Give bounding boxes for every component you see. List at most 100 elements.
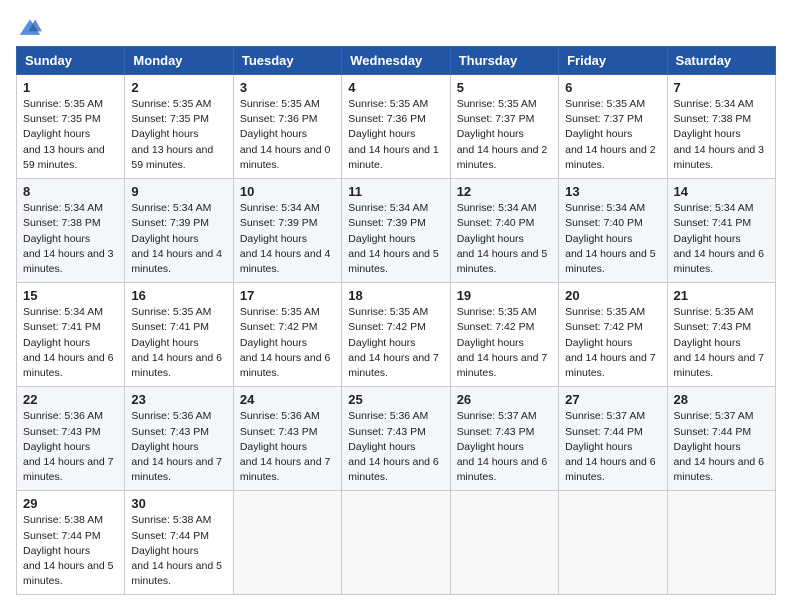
cell-content: Sunrise: 5:34 AM Sunset: 7:39 PM Dayligh… xyxy=(131,201,226,277)
day-number: 20 xyxy=(565,288,660,303)
sunset-label: Sunset: 7:43 PM xyxy=(23,426,101,438)
calendar-cell: 5 Sunrise: 5:35 AM Sunset: 7:37 PM Dayli… xyxy=(450,75,558,179)
day-number: 25 xyxy=(348,392,443,407)
day-number: 30 xyxy=(131,496,226,511)
day-number: 24 xyxy=(240,392,335,407)
calendar-cell: 18 Sunrise: 5:35 AM Sunset: 7:42 PM Dayl… xyxy=(342,283,450,387)
sunset-label: Sunset: 7:36 PM xyxy=(348,113,426,125)
daylight-duration: and 14 hours and 6 minutes. xyxy=(457,456,548,483)
daylight-duration: and 14 hours and 7 minutes. xyxy=(457,352,548,379)
daylight-duration: and 14 hours and 7 minutes. xyxy=(674,352,765,379)
calendar-cell: 7 Sunrise: 5:34 AM Sunset: 7:38 PM Dayli… xyxy=(667,75,775,179)
calendar-cell: 26 Sunrise: 5:37 AM Sunset: 7:43 PM Dayl… xyxy=(450,387,558,491)
day-number: 6 xyxy=(565,80,660,95)
day-number: 28 xyxy=(674,392,769,407)
cell-content: Sunrise: 5:35 AM Sunset: 7:42 PM Dayligh… xyxy=(348,305,443,381)
sunrise-label: Sunrise: 5:35 AM xyxy=(457,306,537,318)
calendar-week-row: 22 Sunrise: 5:36 AM Sunset: 7:43 PM Dayl… xyxy=(17,387,776,491)
cell-content: Sunrise: 5:35 AM Sunset: 7:36 PM Dayligh… xyxy=(348,97,443,173)
sunset-label: Sunset: 7:43 PM xyxy=(240,426,318,438)
sunset-label: Sunset: 7:39 PM xyxy=(240,217,318,229)
daylight-duration: and 14 hours and 5 minutes. xyxy=(348,248,439,275)
calendar-cell: 19 Sunrise: 5:35 AM Sunset: 7:42 PM Dayl… xyxy=(450,283,558,387)
day-number: 8 xyxy=(23,184,118,199)
sunset-label: Sunset: 7:40 PM xyxy=(565,217,643,229)
day-number: 2 xyxy=(131,80,226,95)
daylight-label: Daylight hours xyxy=(565,337,632,349)
weekday-header: Sunday xyxy=(17,47,125,75)
cell-content: Sunrise: 5:35 AM Sunset: 7:36 PM Dayligh… xyxy=(240,97,335,173)
daylight-label: Daylight hours xyxy=(131,337,198,349)
daylight-label: Daylight hours xyxy=(565,233,632,245)
cell-content: Sunrise: 5:34 AM Sunset: 7:40 PM Dayligh… xyxy=(457,201,552,277)
daylight-duration: and 14 hours and 4 minutes. xyxy=(240,248,331,275)
daylight-duration: and 14 hours and 5 minutes. xyxy=(565,248,656,275)
sunrise-label: Sunrise: 5:34 AM xyxy=(674,98,754,110)
sunset-label: Sunset: 7:43 PM xyxy=(131,426,209,438)
calendar-cell: 15 Sunrise: 5:34 AM Sunset: 7:41 PM Dayl… xyxy=(17,283,125,387)
daylight-label: Daylight hours xyxy=(674,233,741,245)
calendar-cell: 6 Sunrise: 5:35 AM Sunset: 7:37 PM Dayli… xyxy=(559,75,667,179)
daylight-label: Daylight hours xyxy=(674,128,741,140)
cell-content: Sunrise: 5:36 AM Sunset: 7:43 PM Dayligh… xyxy=(348,409,443,485)
day-number: 16 xyxy=(131,288,226,303)
sunset-label: Sunset: 7:35 PM xyxy=(131,113,209,125)
daylight-label: Daylight hours xyxy=(565,128,632,140)
calendar-cell: 8 Sunrise: 5:34 AM Sunset: 7:38 PM Dayli… xyxy=(17,179,125,283)
calendar-cell: 11 Sunrise: 5:34 AM Sunset: 7:39 PM Dayl… xyxy=(342,179,450,283)
calendar-week-row: 15 Sunrise: 5:34 AM Sunset: 7:41 PM Dayl… xyxy=(17,283,776,387)
calendar-cell: 29 Sunrise: 5:38 AM Sunset: 7:44 PM Dayl… xyxy=(17,491,125,595)
cell-content: Sunrise: 5:35 AM Sunset: 7:41 PM Dayligh… xyxy=(131,305,226,381)
daylight-label: Daylight hours xyxy=(240,233,307,245)
daylight-duration: and 13 hours and 59 minutes. xyxy=(131,144,213,171)
cell-content: Sunrise: 5:37 AM Sunset: 7:43 PM Dayligh… xyxy=(457,409,552,485)
daylight-label: Daylight hours xyxy=(674,337,741,349)
cell-content: Sunrise: 5:38 AM Sunset: 7:44 PM Dayligh… xyxy=(131,513,226,589)
daylight-duration: and 14 hours and 6 minutes. xyxy=(674,456,765,483)
day-number: 9 xyxy=(131,184,226,199)
daylight-label: Daylight hours xyxy=(240,441,307,453)
sunrise-label: Sunrise: 5:34 AM xyxy=(23,306,103,318)
sunrise-label: Sunrise: 5:35 AM xyxy=(348,98,428,110)
calendar-cell: 28 Sunrise: 5:37 AM Sunset: 7:44 PM Dayl… xyxy=(667,387,775,491)
sunset-label: Sunset: 7:37 PM xyxy=(565,113,643,125)
cell-content: Sunrise: 5:38 AM Sunset: 7:44 PM Dayligh… xyxy=(23,513,118,589)
daylight-duration: and 14 hours and 6 minutes. xyxy=(240,352,331,379)
calendar-cell: 30 Sunrise: 5:38 AM Sunset: 7:44 PM Dayl… xyxy=(125,491,233,595)
day-number: 27 xyxy=(565,392,660,407)
daylight-duration: and 14 hours and 7 minutes. xyxy=(565,352,656,379)
daylight-duration: and 14 hours and 2 minutes. xyxy=(565,144,656,171)
daylight-duration: and 14 hours and 2 minutes. xyxy=(457,144,548,171)
sunrise-label: Sunrise: 5:35 AM xyxy=(457,98,537,110)
calendar-cell: 14 Sunrise: 5:34 AM Sunset: 7:41 PM Dayl… xyxy=(667,179,775,283)
sunset-label: Sunset: 7:38 PM xyxy=(23,217,101,229)
daylight-label: Daylight hours xyxy=(131,233,198,245)
page-header xyxy=(16,16,776,36)
sunset-label: Sunset: 7:39 PM xyxy=(348,217,426,229)
daylight-label: Daylight hours xyxy=(674,441,741,453)
day-number: 22 xyxy=(23,392,118,407)
calendar-cell xyxy=(233,491,341,595)
sunrise-label: Sunrise: 5:34 AM xyxy=(131,202,211,214)
daylight-duration: and 14 hours and 5 minutes. xyxy=(131,560,222,587)
calendar-cell xyxy=(450,491,558,595)
cell-content: Sunrise: 5:35 AM Sunset: 7:42 PM Dayligh… xyxy=(240,305,335,381)
sunset-label: Sunset: 7:44 PM xyxy=(565,426,643,438)
day-number: 26 xyxy=(457,392,552,407)
calendar-table: SundayMondayTuesdayWednesdayThursdayFrid… xyxy=(16,46,776,595)
daylight-label: Daylight hours xyxy=(457,441,524,453)
sunset-label: Sunset: 7:44 PM xyxy=(131,530,209,542)
calendar-week-row: 29 Sunrise: 5:38 AM Sunset: 7:44 PM Dayl… xyxy=(17,491,776,595)
calendar-cell: 20 Sunrise: 5:35 AM Sunset: 7:42 PM Dayl… xyxy=(559,283,667,387)
sunrise-label: Sunrise: 5:35 AM xyxy=(240,98,320,110)
sunrise-label: Sunrise: 5:35 AM xyxy=(23,98,103,110)
sunset-label: Sunset: 7:43 PM xyxy=(348,426,426,438)
cell-content: Sunrise: 5:35 AM Sunset: 7:43 PM Dayligh… xyxy=(674,305,769,381)
calendar-cell: 3 Sunrise: 5:35 AM Sunset: 7:36 PM Dayli… xyxy=(233,75,341,179)
sunrise-label: Sunrise: 5:35 AM xyxy=(131,306,211,318)
calendar-cell: 24 Sunrise: 5:36 AM Sunset: 7:43 PM Dayl… xyxy=(233,387,341,491)
calendar-cell: 12 Sunrise: 5:34 AM Sunset: 7:40 PM Dayl… xyxy=(450,179,558,283)
sunrise-label: Sunrise: 5:37 AM xyxy=(565,410,645,422)
day-number: 4 xyxy=(348,80,443,95)
daylight-label: Daylight hours xyxy=(240,128,307,140)
